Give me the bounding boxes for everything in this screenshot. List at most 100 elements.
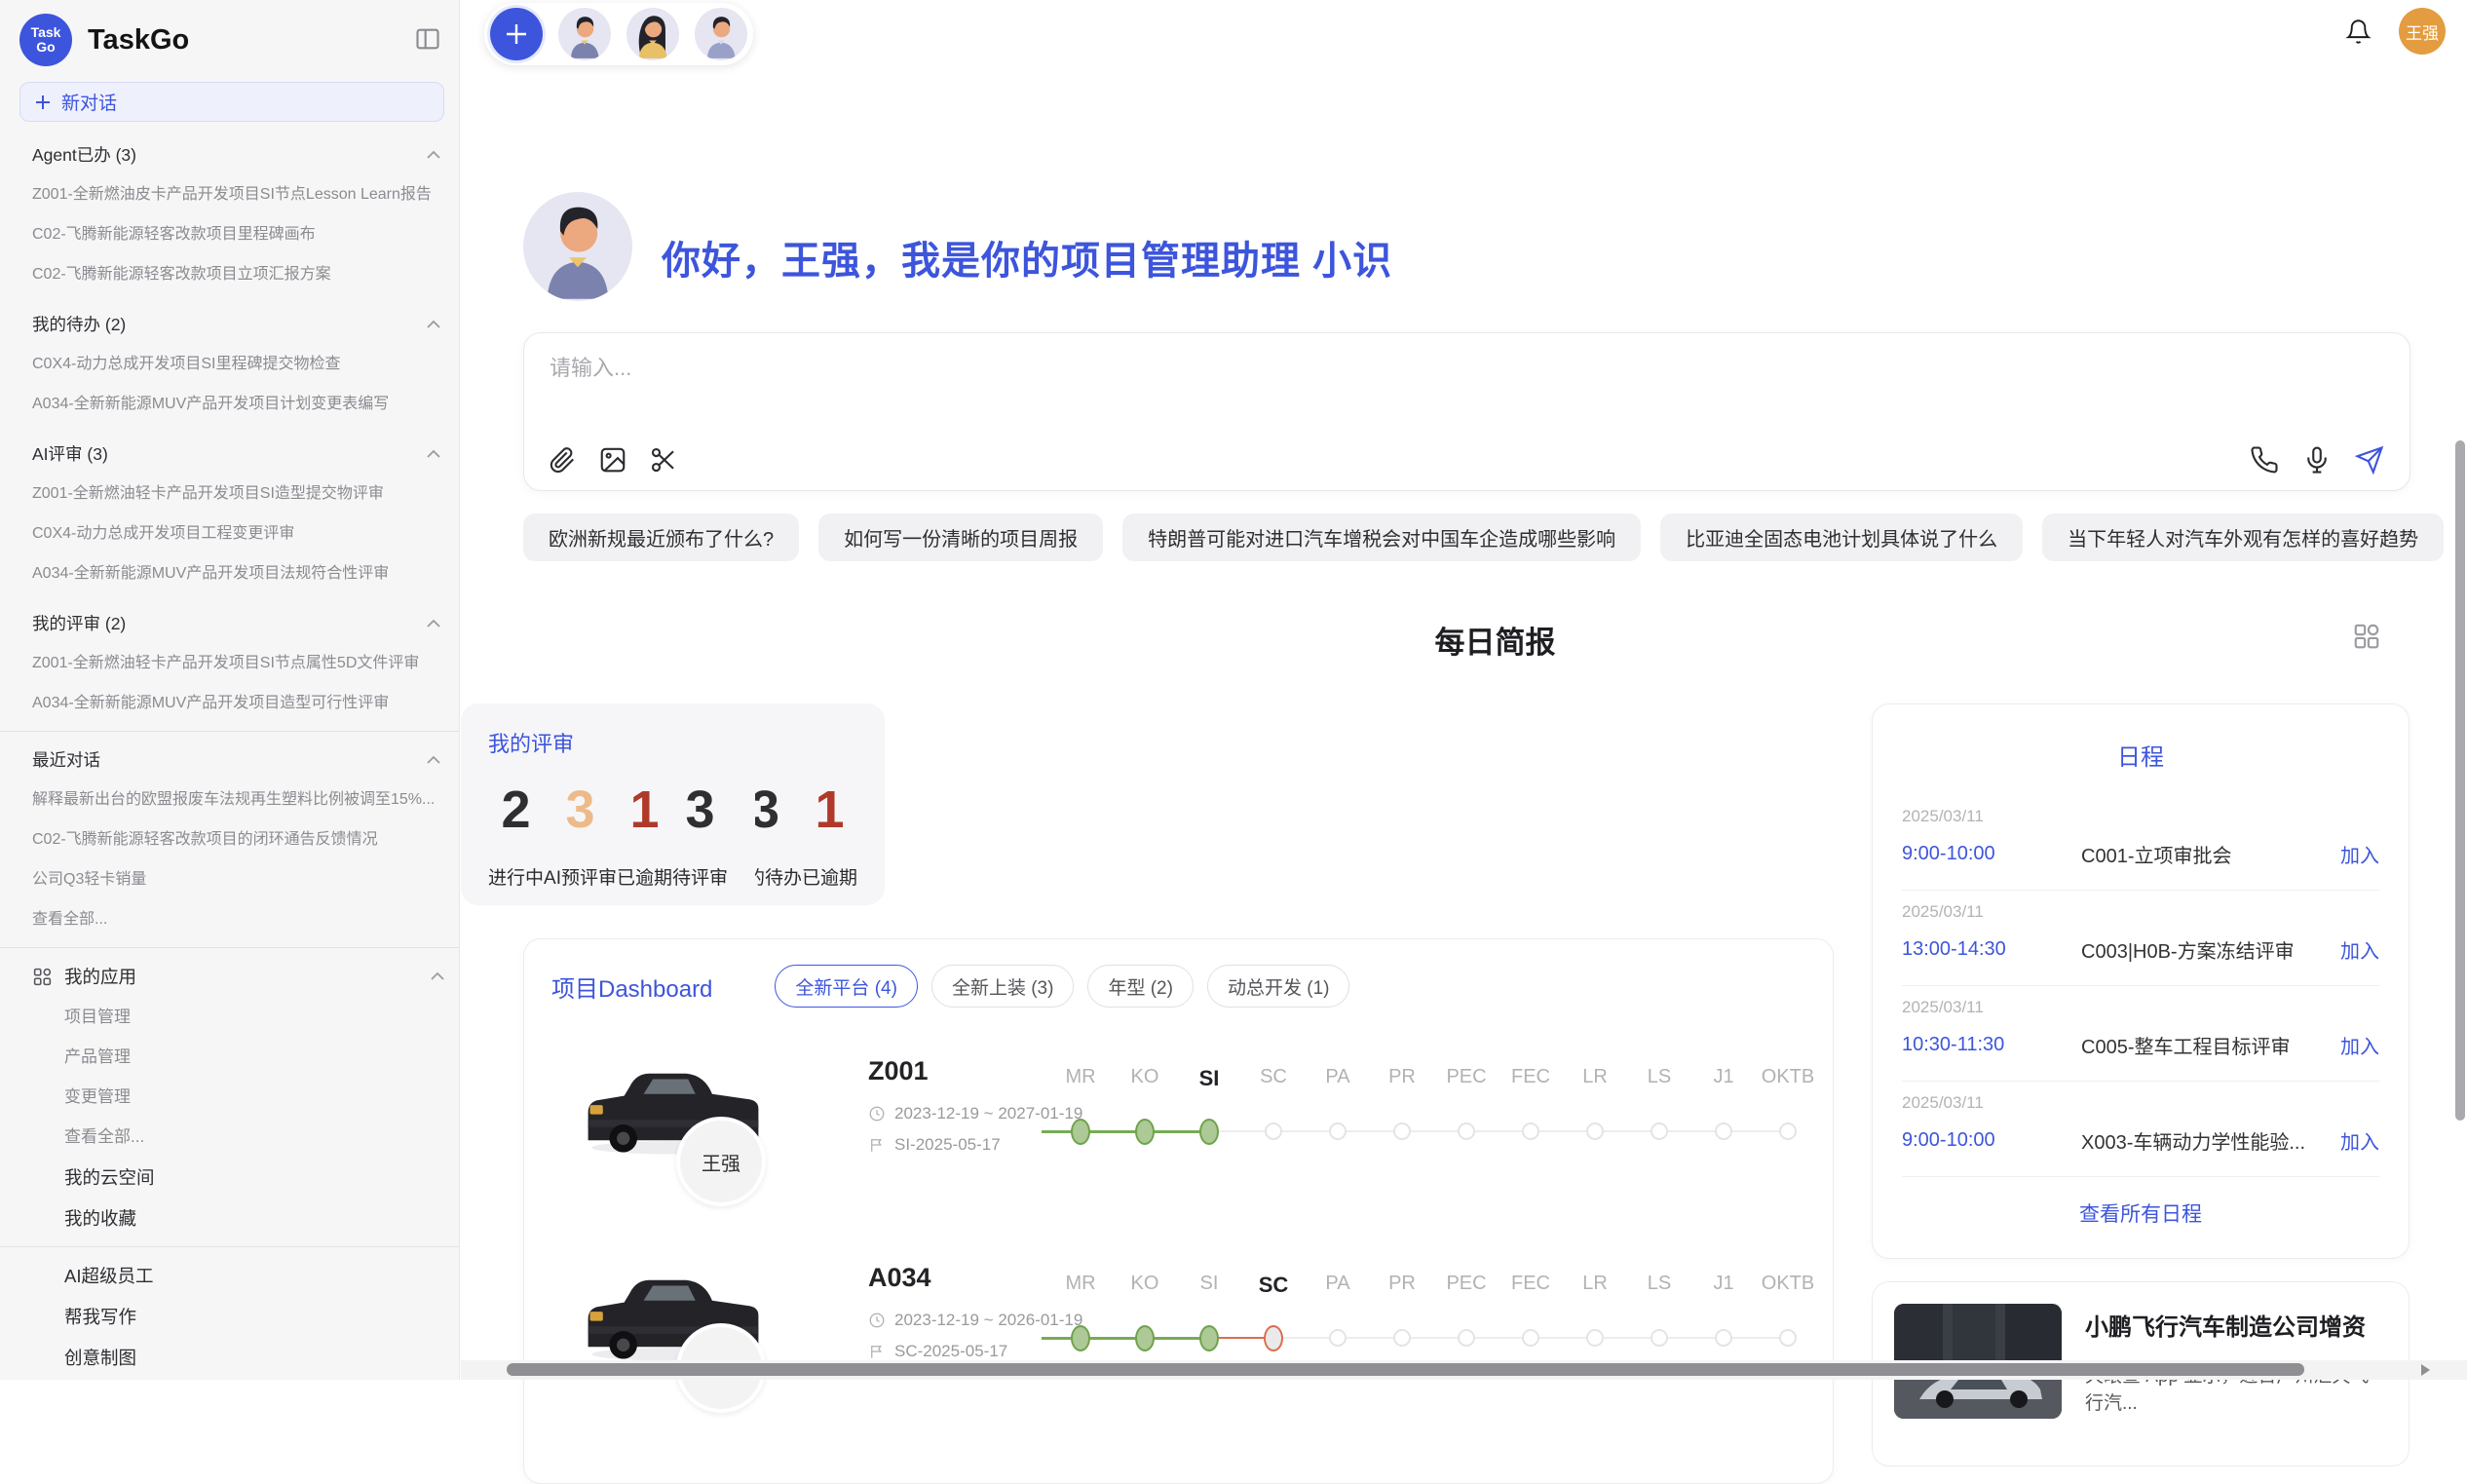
suggestion-chip[interactable]: 如何写一份清晰的项目周报 bbox=[818, 514, 1103, 561]
attachment-icon[interactable] bbox=[548, 445, 577, 475]
recent-chats-header[interactable]: 最近对话 bbox=[32, 740, 445, 780]
app-child-item[interactable]: 产品管理 bbox=[32, 1037, 445, 1077]
milestone-dot bbox=[1265, 1123, 1282, 1140]
chevron-up-icon bbox=[426, 619, 441, 628]
dashboard-filter-tab[interactable]: 全新上装 (3) bbox=[931, 965, 1075, 1008]
conversation-avatar[interactable] bbox=[558, 8, 611, 60]
horizontal-scrollbar-thumb[interactable] bbox=[507, 1363, 2304, 1376]
milestone-node: FEC bbox=[1499, 1066, 1563, 1163]
sidebar-conversation-item[interactable]: Z001-全新燃油轻卡产品开发项目SI造型提交物评审 bbox=[32, 474, 445, 514]
chat-input[interactable] bbox=[550, 351, 2108, 415]
milestone-node: PR bbox=[1370, 1066, 1434, 1163]
conversation-avatar[interactable] bbox=[695, 8, 747, 60]
dashboard-filter-tab[interactable]: 年型 (2) bbox=[1087, 965, 1194, 1008]
apps-grid-icon bbox=[32, 967, 53, 987]
event-join-link[interactable]: 加入 bbox=[2340, 1031, 2379, 1059]
milestone-label: SI bbox=[1177, 1066, 1241, 1095]
chevron-up-icon bbox=[426, 449, 441, 459]
app-child-item[interactable]: 变更管理 bbox=[32, 1077, 445, 1117]
recent-chat-item[interactable]: 解释最新出台的欧盟报废车法规再生塑料比例被调至15%... bbox=[32, 780, 445, 819]
suggestion-chip[interactable]: 欧洲新规最近颁布了什么? bbox=[523, 514, 799, 561]
sidebar-section-header[interactable]: AI评审 (3) bbox=[32, 434, 445, 474]
vertical-scrollbar-thumb[interactable] bbox=[2455, 440, 2465, 1121]
app-child-item[interactable]: 查看全部... bbox=[32, 1117, 445, 1157]
event-date: 2025/03/11 bbox=[1902, 1093, 2379, 1113]
sidebar-tool[interactable]: AI超级员工 bbox=[32, 1255, 445, 1296]
milestone-dot bbox=[1715, 1123, 1732, 1140]
project-row[interactable]: 王强 A034 2023-12-19 ~ 2026-01-19 bbox=[551, 1249, 1805, 1444]
milestone-label: PEC bbox=[1434, 1066, 1499, 1095]
stat: 1 已逾期 bbox=[617, 780, 672, 890]
sidebar-toggle-icon[interactable] bbox=[414, 25, 441, 53]
conversation-avatar[interactable] bbox=[626, 8, 679, 60]
milestone-dot bbox=[1779, 1123, 1797, 1140]
chevron-up-icon bbox=[426, 320, 441, 329]
milestone-label: LR bbox=[1563, 1273, 1627, 1302]
sidebar-conversation-item[interactable]: C02-飞腾新能源轻客改款项目里程碑画布 bbox=[32, 214, 445, 254]
notification-bell-icon[interactable] bbox=[2345, 19, 2372, 45]
chevron-up-icon bbox=[426, 755, 441, 765]
project-owner-badge: 王强 bbox=[676, 1117, 766, 1206]
flag-icon bbox=[868, 1343, 886, 1360]
sidebar-link[interactable]: 我的云空间 bbox=[32, 1157, 445, 1198]
user-avatar[interactable]: 王强 bbox=[2399, 8, 2446, 55]
recent-chat-item[interactable]: 查看全部... bbox=[32, 899, 445, 939]
layout-grid-icon[interactable] bbox=[2352, 622, 2381, 651]
send-icon[interactable] bbox=[2355, 445, 2384, 475]
stat: 3 AI预评审 bbox=[544, 780, 617, 890]
dashboard-filter-tab[interactable]: 动总开发 (1) bbox=[1207, 965, 1350, 1008]
milestone-node: PA bbox=[1306, 1273, 1370, 1370]
sidebar-conversation-item[interactable]: C02-飞腾新能源轻客改款项目立项汇报方案 bbox=[32, 254, 445, 294]
app-child-item[interactable]: 项目管理 bbox=[32, 997, 445, 1037]
sidebar-conversation-item[interactable]: A034-全新新能源MUV产品开发项目法规符合性评审 bbox=[32, 553, 445, 593]
dashboard-filter-tab[interactable]: 全新平台 (4) bbox=[775, 965, 918, 1008]
sidebar-item-my-apps[interactable]: 我的应用 bbox=[32, 956, 445, 997]
scissors-icon[interactable] bbox=[649, 445, 678, 475]
sidebar-section-header[interactable]: 我的评审 (2) bbox=[32, 603, 445, 643]
microphone-icon[interactable] bbox=[2302, 445, 2332, 475]
image-upload-icon[interactable] bbox=[598, 445, 627, 475]
recent-chat-item[interactable]: C02-飞腾新能源轻客改款项目的闭环通告反馈情况 bbox=[32, 819, 445, 859]
horizontal-scrollbar[interactable] bbox=[461, 1360, 2467, 1380]
scroll-right-arrow-icon[interactable] bbox=[2421, 1364, 2430, 1376]
sidebar-link[interactable]: 我的收藏 bbox=[32, 1198, 445, 1238]
event-join-link[interactable]: 加入 bbox=[2340, 840, 2379, 868]
sidebar-conversation-item[interactable]: Z001-全新燃油轻卡产品开发项目SI节点属性5D文件评审 bbox=[32, 643, 445, 683]
dashboard-filter-tabs: 全新平台 (4) 全新上装 (3) 年型 (2) 动总开发 (1) bbox=[775, 965, 1349, 1008]
new-chat-button[interactable]: 新对话 bbox=[19, 82, 444, 122]
suggestion-chip[interactable]: 特朗普可能对进口汽车增税会对中国车企造成哪些影响 bbox=[1122, 514, 1641, 561]
milestone-dot bbox=[1586, 1123, 1604, 1140]
sidebar-tool-label: 帮我写作 bbox=[64, 1304, 136, 1329]
stat-label: AI预评审 bbox=[544, 863, 617, 890]
suggestion-chip[interactable]: 比亚迪全固态电池计划具体说了什么 bbox=[1660, 514, 2023, 561]
main-area: 王强 你好，王强，我是你的项目管理助理 小识 bbox=[461, 0, 2467, 1380]
sidebar-section-header[interactable]: 我的待办 (2) bbox=[32, 304, 445, 344]
add-conversation-button[interactable] bbox=[490, 8, 543, 60]
avatar-list bbox=[558, 8, 747, 60]
sidebar-section-title: 我的评审 (2) bbox=[32, 611, 126, 635]
project-row[interactable]: 王强 Z001 2023-12-19 ~ 2027-01-19 bbox=[551, 1043, 1805, 1237]
sidebar-conversation-item[interactable]: A034-全新新能源MUV产品开发项目计划变更表编写 bbox=[32, 384, 445, 424]
sidebar-section-header[interactable]: Agent已办 (3) bbox=[32, 134, 445, 174]
vertical-scrollbar[interactable] bbox=[2453, 0, 2467, 1380]
sidebar-conversation-item[interactable]: C0X4-动力总成开发项目工程变更评审 bbox=[32, 514, 445, 553]
recent-chat-item[interactable]: 公司Q3轻卡销量 bbox=[32, 859, 445, 899]
milestone-dot bbox=[1522, 1329, 1539, 1347]
milestone-label: PR bbox=[1370, 1273, 1434, 1302]
view-all-schedule-link[interactable]: 查看所有日程 bbox=[1902, 1199, 2379, 1228]
sidebar-conversation-item[interactable]: Z001-全新燃油皮卡产品开发项目SI节点Lesson Learn报告 bbox=[32, 174, 445, 214]
schedule-title: 日程 bbox=[1902, 738, 2379, 772]
sidebar-tool[interactable]: 创意制图 bbox=[32, 1337, 445, 1378]
event-join-link[interactable]: 加入 bbox=[2340, 1126, 2379, 1155]
sidebar-conversation-item[interactable]: C0X4-动力总成开发项目SI里程碑提交物检查 bbox=[32, 344, 445, 384]
event-join-link[interactable]: 加入 bbox=[2340, 935, 2379, 964]
sidebar-tool[interactable]: 帮我写作 bbox=[32, 1296, 445, 1337]
project-milestone-date: SC-2025-05-17 bbox=[894, 1342, 1007, 1361]
news-title: 小鹏飞行汽车制造公司增资 bbox=[2085, 1308, 2387, 1342]
milestone-node: SC bbox=[1241, 1066, 1306, 1163]
sidebar-section-items: C0X4-动力总成开发项目SI里程碑提交物检查A034-全新新能源MUV产品开发… bbox=[32, 344, 445, 424]
call-icon[interactable] bbox=[2250, 445, 2279, 475]
event-name: C001-立项审批会 bbox=[2081, 840, 2340, 868]
suggestion-chip[interactable]: 当下年轻人对汽车外观有怎样的喜好趋势 bbox=[2042, 514, 2444, 561]
sidebar-conversation-item[interactable]: A034-全新新能源MUV产品开发项目造型可行性评审 bbox=[32, 683, 445, 723]
